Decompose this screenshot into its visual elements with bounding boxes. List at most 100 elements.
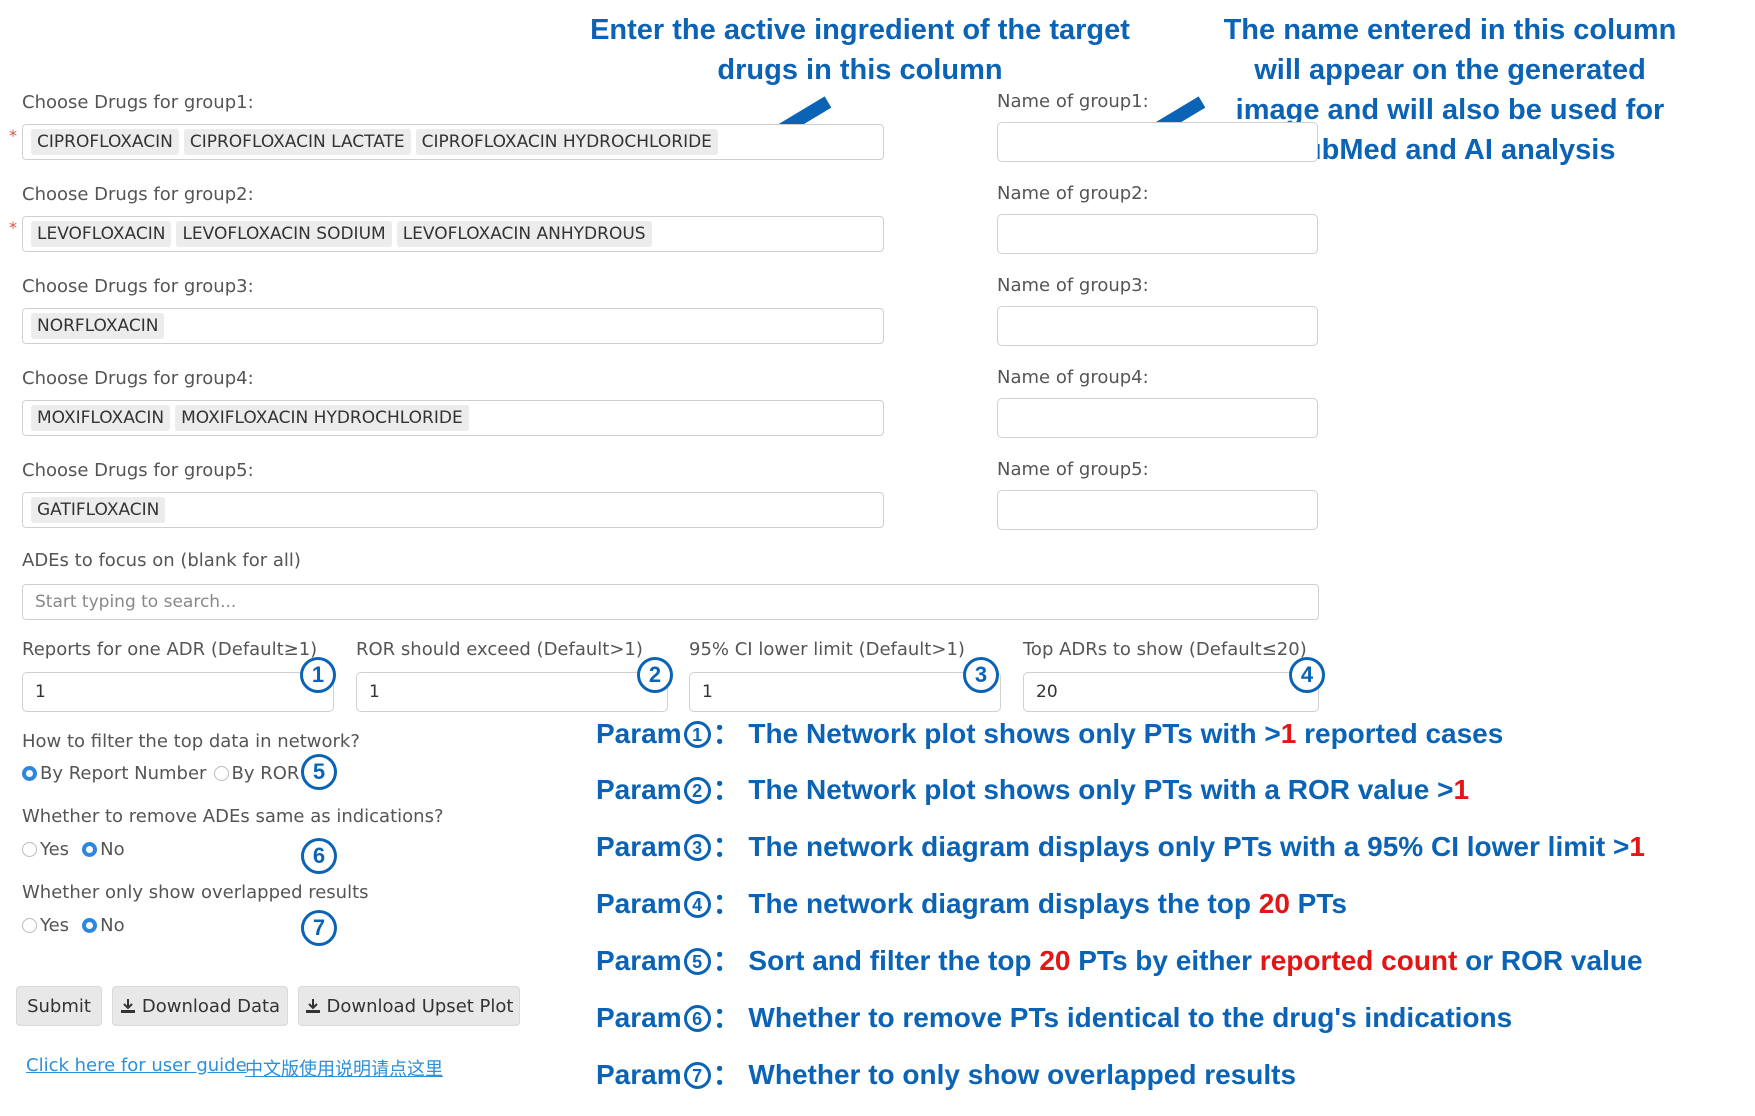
user-guide-link[interactable]: Click here for user guide	[26, 1055, 247, 1076]
required-marker: *	[9, 126, 17, 145]
radio-unselected-icon[interactable]	[22, 842, 37, 857]
group2-drug-select[interactable]: LEVOFLOXACIN LEVOFLOXACIN SODIUM LEVOFLO…	[22, 216, 884, 252]
drug-tag[interactable]: LEVOFLOXACIN ANHYDROUS	[396, 221, 652, 247]
download-upset-button[interactable]: Download Upset Plot	[298, 986, 520, 1026]
group3-name-input[interactable]	[997, 306, 1318, 346]
group4-name-input[interactable]	[997, 398, 1318, 438]
param-number-icon: 3	[683, 834, 711, 861]
group1-name-label: Name of group1:	[997, 91, 1149, 112]
group1-drug-select[interactable]: CIPROFLOXACIN CIPROFLOXACIN LACTATE CIPR…	[22, 124, 884, 160]
drug-tag[interactable]: NORFLOXACIN	[31, 313, 165, 339]
param-highlight: reported count	[1259, 945, 1458, 976]
group2-drug-label: Choose Drugs for group2:	[22, 184, 254, 205]
param-marker: 1	[300, 657, 336, 693]
param2-label: ROR should exceed (Default>1)	[356, 639, 643, 660]
param-marker: 2	[637, 657, 673, 693]
radio-unselected-icon[interactable]	[22, 918, 37, 933]
annotation-line: Enter the active ingredient of the targe…	[590, 14, 1130, 46]
group5-drug-select[interactable]: GATIFLOXACIN	[22, 492, 884, 528]
param-sep: ：	[712, 718, 741, 749]
param-highlight: 1	[1280, 718, 1297, 749]
drug-tag[interactable]: CIPROFLOXACIN HYDROCHLORIDE	[415, 129, 718, 155]
radio-option-label[interactable]: No	[100, 839, 124, 860]
drug-tag[interactable]: GATIFLOXACIN	[31, 497, 166, 523]
group4-drug-select[interactable]: MOXIFLOXACIN MOXIFLOXACIN HYDROCHLORIDE	[22, 400, 884, 436]
reports-threshold-input[interactable]: 1	[22, 672, 334, 712]
drug-tag[interactable]: MOXIFLOXACIN HYDROCHLORIDE	[175, 405, 469, 431]
drug-tag[interactable]: LEVOFLOXACIN	[31, 221, 172, 247]
ci-lower-input[interactable]: 1	[689, 672, 1001, 712]
radio-option-label[interactable]: Yes	[40, 915, 69, 936]
param-sep: ：	[712, 888, 741, 919]
param-text: Whether to only show overlapped results	[748, 1059, 1297, 1090]
drug-tag[interactable]: CIPROFLOXACIN	[31, 129, 179, 155]
group2-name-input[interactable]	[997, 214, 1318, 254]
overlap-label: Whether only show overlapped results	[22, 882, 369, 903]
drug-tag[interactable]: MOXIFLOXACIN	[31, 405, 171, 431]
remove-indications-label: Whether to remove ADEs same as indicatio…	[22, 806, 444, 827]
chinese-guide-link[interactable]: 中文版使用说明请点这里	[245, 1055, 443, 1081]
filter-radio-group: By Report Number By ROR	[22, 763, 307, 784]
param-sep: ：	[712, 1002, 741, 1033]
submit-label: Submit	[27, 995, 91, 1017]
radio-selected-icon[interactable]	[82, 842, 98, 857]
group4-name-label: Name of group4:	[997, 367, 1149, 388]
param-note: Param 3： The network diagram displays onl…	[596, 825, 1645, 865]
radio-option-label[interactable]: By ROR	[232, 763, 300, 784]
param-highlight: 1	[1453, 774, 1470, 805]
param-note: Param 7： Whether to only show overlapped …	[596, 1053, 1296, 1093]
drug-column-annotation: Enter the active ingredient of the targe…	[560, 10, 1160, 90]
download-data-button[interactable]: Download Data	[112, 986, 288, 1026]
download-upset-label: Download Upset Plot	[326, 995, 514, 1017]
param-sep: ：	[712, 945, 741, 976]
group1-drug-label: Choose Drugs for group1:	[22, 92, 254, 113]
param-text: The network diagram displays only PTs wi…	[748, 831, 1630, 862]
group5-name-label: Name of group5:	[997, 459, 1149, 480]
param-sep: ：	[712, 831, 741, 862]
ade-label: ADEs to focus on (blank for all)	[22, 550, 301, 571]
download-data-label: Download Data	[141, 995, 281, 1017]
param-number-icon: 6	[683, 1005, 711, 1032]
group5-drug-label: Choose Drugs for group5:	[22, 460, 254, 481]
ror-threshold-input[interactable]: 1	[356, 672, 668, 712]
param-highlight: 20	[1258, 888, 1290, 919]
param-number-icon: 1	[683, 721, 711, 748]
param-prefix: Param	[596, 718, 682, 749]
group3-drug-select[interactable]: NORFLOXACIN	[22, 308, 884, 344]
radio-selected-icon[interactable]	[82, 918, 98, 933]
param-text: PTs	[1289, 888, 1347, 919]
param-marker: 7	[301, 910, 337, 946]
download-icon	[120, 999, 135, 1013]
param4-label: Top ADRs to show (Default≤20)	[1023, 639, 1307, 660]
radio-option-label[interactable]: By Report Number	[40, 763, 206, 784]
param-prefix: Param	[596, 774, 682, 805]
radio-option-label[interactable]: No	[100, 915, 124, 936]
param-note: Param 4： The network diagram displays the…	[596, 882, 1347, 922]
param-text: Sort and filter the top	[748, 945, 1040, 976]
param-marker: 5	[301, 754, 337, 790]
param-prefix: Param	[596, 945, 682, 976]
param-text: The Network plot shows only PTs with >	[748, 718, 1281, 749]
param-prefix: Param	[596, 1002, 682, 1033]
param-highlight: 20	[1039, 945, 1071, 976]
group4-drug-label: Choose Drugs for group4:	[22, 368, 254, 389]
param-number-icon: 5	[683, 948, 711, 975]
drug-tag[interactable]: LEVOFLOXACIN SODIUM	[176, 221, 392, 247]
annotation-line: will appear on the generated	[1254, 54, 1646, 86]
radio-selected-icon[interactable]	[22, 766, 37, 781]
param-note: Param 2： The Network plot shows only PTs …	[596, 768, 1469, 808]
submit-button[interactable]: Submit	[16, 986, 102, 1026]
param-prefix: Param	[596, 888, 682, 919]
ade-search-input[interactable]: Start typing to search...	[22, 584, 1319, 620]
param-text: PTs by either	[1070, 945, 1260, 976]
radio-option-label[interactable]: Yes	[40, 839, 69, 860]
radio-unselected-icon[interactable]	[213, 766, 229, 781]
drug-tag[interactable]: CIPROFLOXACIN LACTATE	[183, 129, 411, 155]
param-text: reported cases	[1296, 718, 1504, 749]
param-note: Param 5： Sort and filter the top 20 PTs b…	[596, 939, 1643, 979]
group5-name-input[interactable]	[997, 490, 1318, 530]
top-adrs-input[interactable]: 20	[1023, 672, 1319, 712]
param-highlight: 1	[1629, 831, 1645, 862]
param-prefix: Param	[596, 1059, 682, 1090]
group1-name-input[interactable]	[997, 122, 1318, 162]
